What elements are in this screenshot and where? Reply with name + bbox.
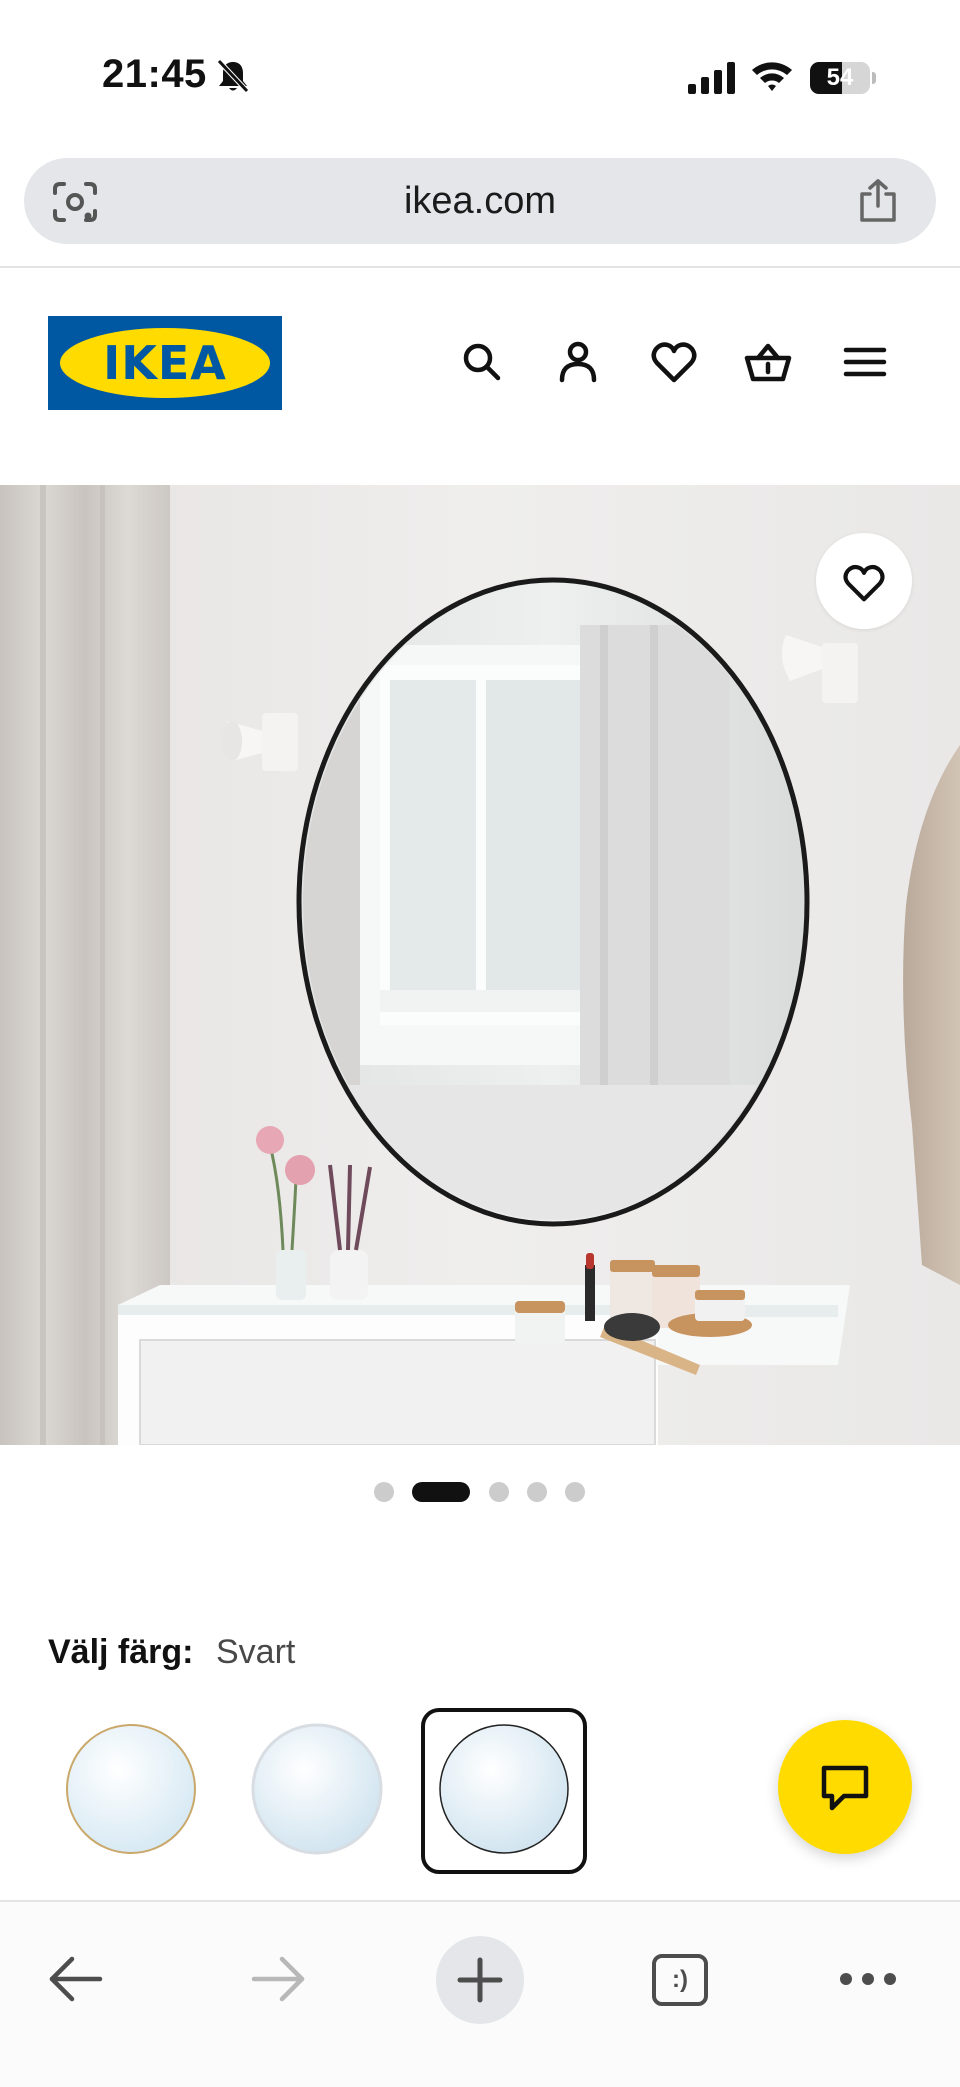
- url-text[interactable]: ikea.com: [24, 158, 936, 244]
- search-icon[interactable]: [458, 338, 506, 386]
- back-button[interactable]: [46, 1952, 106, 2006]
- product-image[interactable]: [0, 485, 960, 1445]
- carousel-dot[interactable]: [527, 1482, 547, 1502]
- share-icon[interactable]: [856, 178, 900, 224]
- account-icon[interactable]: [554, 338, 602, 386]
- more-dots-icon: [840, 1973, 896, 1985]
- status-time: 21:45: [102, 52, 207, 96]
- cellular-signal-icon: [688, 62, 735, 94]
- camera-lens-icon[interactable]: [52, 180, 98, 224]
- address-bar[interactable]: ikea.com: [24, 158, 936, 244]
- address-divider: [0, 266, 960, 268]
- color-swatch-black[interactable]: [437, 1722, 571, 1856]
- chat-button[interactable]: [778, 1720, 912, 1854]
- selected-color-value: Svart: [216, 1633, 296, 1671]
- logo-text: IKEA: [103, 336, 227, 390]
- more-button[interactable]: [838, 1952, 898, 2006]
- chat-bubble-icon: [821, 1765, 869, 1811]
- forward-button[interactable]: [248, 1952, 308, 2006]
- wishlist-heart-icon[interactable]: [650, 338, 698, 386]
- arrow-right-icon: [251, 1956, 305, 2002]
- carousel-dot[interactable]: [565, 1482, 585, 1502]
- carousel-dots[interactable]: [0, 1482, 960, 1502]
- color-swatch-gold[interactable]: [64, 1722, 198, 1856]
- color-swatch-white[interactable]: [250, 1722, 384, 1856]
- new-tab-button[interactable]: [436, 1936, 524, 2024]
- arrow-left-icon: [49, 1956, 103, 2002]
- plus-icon: [457, 1957, 503, 2003]
- menu-icon[interactable]: [841, 338, 889, 386]
- bell-slash-icon: [217, 59, 249, 93]
- carousel-dot-active[interactable]: [412, 1482, 470, 1502]
- heart-outline-icon: [843, 564, 885, 602]
- tab-switcher-button[interactable]: :): [652, 1954, 708, 2006]
- favorite-button[interactable]: [816, 533, 912, 629]
- wifi-icon: [752, 62, 792, 91]
- shopping-basket-icon[interactable]: [744, 338, 792, 386]
- status-bar: 21:45 54: [0, 0, 960, 150]
- carousel-dot[interactable]: [489, 1482, 509, 1502]
- carousel-dot[interactable]: [374, 1482, 394, 1502]
- tab-switcher-label: :): [672, 1966, 688, 1993]
- battery-indicator: 54: [810, 62, 876, 94]
- battery-level: 54: [826, 64, 854, 91]
- ikea-logo[interactable]: IKEA: [48, 316, 282, 410]
- browser-toolbar: :): [0, 1902, 960, 2087]
- color-label: Välj färg:: [48, 1633, 194, 1671]
